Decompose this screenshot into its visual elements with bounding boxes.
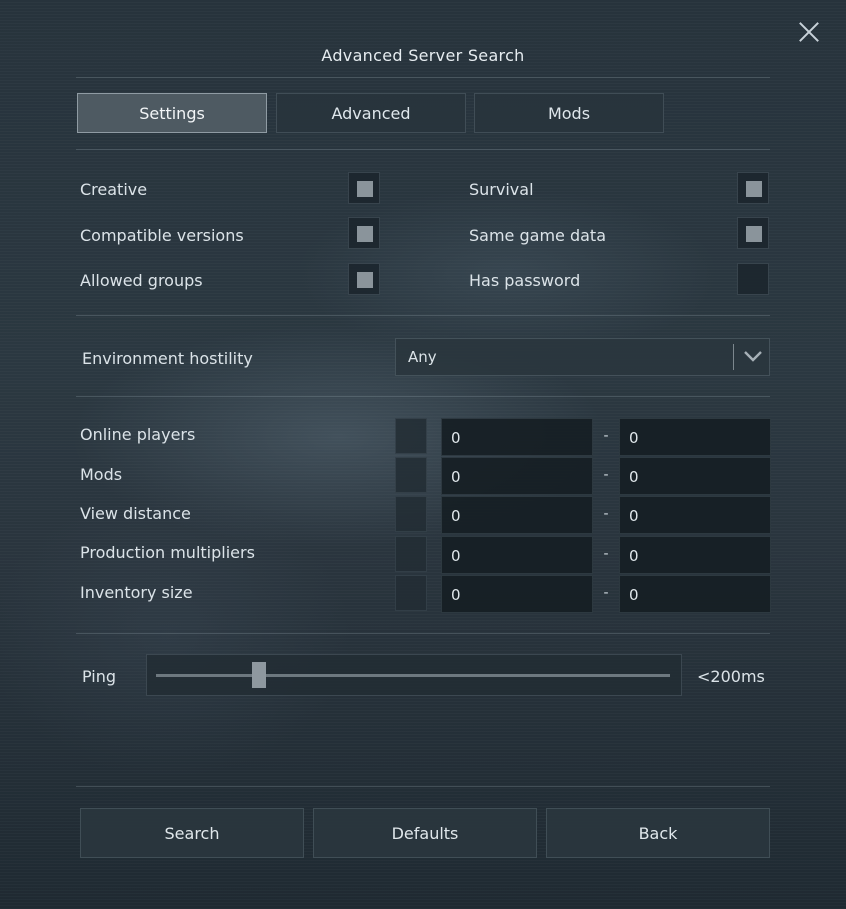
range-checkbox[interactable] (395, 536, 427, 572)
has-password-checkbox[interactable] (737, 263, 769, 295)
compatible-versions-label: Compatible versions (80, 226, 244, 245)
divider (76, 786, 770, 787)
divider (76, 149, 770, 150)
defaults-button[interactable]: Defaults (313, 808, 537, 858)
dropdown-separator (733, 344, 734, 370)
range-max-input[interactable]: 0 (619, 575, 771, 613)
dropdown-value: Any (408, 348, 437, 366)
slider-track (156, 674, 670, 677)
survival-label: Survival (469, 180, 534, 199)
range-separator: - (603, 506, 609, 522)
range-min-input[interactable]: 0 (441, 457, 593, 495)
tab-advanced[interactable]: Advanced (276, 93, 466, 133)
range-label: View distance (80, 504, 191, 523)
range-max-input[interactable]: 0 (619, 496, 771, 534)
range-label: Production multipliers (80, 543, 255, 562)
creative-checkbox[interactable] (348, 172, 380, 204)
range-separator: - (603, 585, 609, 601)
range-min-input[interactable]: 0 (441, 536, 593, 574)
ping-value: <200ms (697, 667, 765, 686)
compatible-versions-checkbox[interactable] (348, 217, 380, 249)
range-checkbox[interactable] (395, 418, 427, 454)
same-game-data-label: Same game data (469, 226, 606, 245)
close-icon[interactable] (797, 20, 821, 44)
environment-hostility-dropdown[interactable]: Any (395, 338, 770, 376)
environment-hostility-label: Environment hostility (82, 349, 253, 368)
dialog-title: Advanced Server Search (321, 46, 525, 65)
range-max-input[interactable]: 0 (619, 536, 771, 574)
range-label: Online players (80, 425, 196, 444)
same-game-data-checkbox[interactable] (737, 217, 769, 249)
divider (76, 633, 770, 634)
range-checkbox[interactable] (395, 496, 427, 532)
creative-label: Creative (80, 180, 148, 199)
range-checkbox[interactable] (395, 575, 427, 611)
range-min-input[interactable]: 0 (441, 496, 593, 534)
allowed-groups-label: Allowed groups (80, 271, 203, 290)
survival-checkbox[interactable] (737, 172, 769, 204)
ping-label: Ping (82, 667, 117, 686)
range-separator: - (603, 428, 609, 444)
range-min-input[interactable]: 0 (441, 418, 593, 456)
range-checkbox[interactable] (395, 457, 427, 493)
allowed-groups-checkbox[interactable] (348, 263, 380, 295)
slider-thumb[interactable] (251, 662, 266, 688)
has-password-label: Has password (469, 271, 581, 290)
divider (76, 315, 770, 316)
range-separator: - (603, 467, 609, 483)
ping-slider[interactable] (146, 654, 682, 696)
search-button[interactable]: Search (80, 808, 304, 858)
range-label: Inventory size (80, 583, 193, 602)
range-separator: - (603, 546, 609, 562)
divider (76, 77, 770, 78)
range-min-input[interactable]: 0 (441, 575, 593, 613)
range-label: Mods (80, 465, 123, 484)
back-button[interactable]: Back (546, 808, 770, 858)
range-max-input[interactable]: 0 (619, 418, 771, 456)
chevron-down-icon (744, 351, 762, 362)
tab-settings[interactable]: Settings (77, 93, 267, 133)
divider (76, 396, 770, 397)
range-max-input[interactable]: 0 (619, 457, 771, 495)
tab-mods[interactable]: Mods (474, 93, 664, 133)
